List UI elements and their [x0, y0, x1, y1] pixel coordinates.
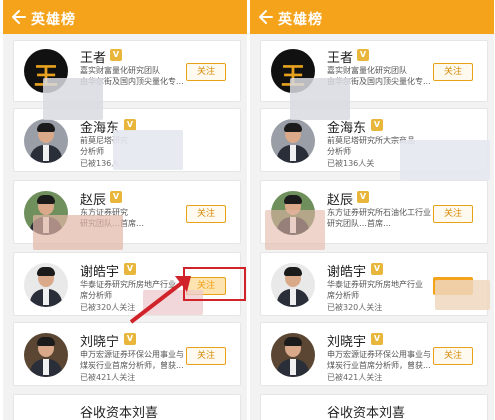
- follow-button[interactable]: 关注: [433, 63, 473, 81]
- expert-desc-line2: 煤炭行业首席分析师，曾获...: [327, 361, 431, 370]
- avatar: [24, 333, 68, 377]
- page-title: 英雄榜: [31, 12, 76, 28]
- follow-button[interactable]: 关注: [433, 347, 473, 365]
- right-screen: 英雄榜 王 王者 V 嘉实财富量化研究团队 由华尔街及国内顶尖量化专... 关注…: [250, 0, 494, 420]
- expert-card[interactable]: 谷收资本刘喜: [260, 394, 488, 420]
- expert-card[interactable]: 刘晓宁 V 申万宏源证券环保公用事业与 煤炭行业首席分析师，曾获... 已被42…: [13, 322, 241, 386]
- expert-desc-line1: 华泰证券研究所房地产行业: [327, 280, 423, 289]
- follower-count: 已被320人关注: [327, 303, 383, 312]
- blur-patch: [43, 78, 103, 120]
- verified-badge: V: [371, 263, 383, 275]
- expert-name: 谢皓宇: [327, 265, 367, 280]
- follow-button[interactable]: 关注: [186, 347, 226, 365]
- expert-desc-line1: 申万宏源证券环保公用事业与: [327, 350, 431, 359]
- follow-button[interactable]: 关注: [186, 63, 226, 81]
- expert-desc-line2: 席分析师: [327, 291, 359, 300]
- expert-name: 谷收资本刘喜: [80, 406, 159, 420]
- blur-patch: [33, 215, 123, 250]
- avatar: [24, 263, 68, 307]
- blur-patch: [435, 280, 490, 310]
- avatar: [271, 333, 315, 377]
- expert-desc-line1: 申万宏源证券环保公用事业与: [80, 350, 184, 359]
- expert-card[interactable]: 刘晓宇 V 申万宏源证券环保公用事业与 煤炭行业首席分析师，曾获... 已被42…: [260, 322, 488, 386]
- blur-patch: [400, 140, 490, 180]
- follower-count: 已被421人关注: [327, 373, 383, 382]
- expert-desc-line1: 东方证券研究所石油化工行业: [327, 208, 431, 217]
- follow-button[interactable]: 关注: [186, 205, 226, 223]
- follower-count: 已被136人关: [327, 159, 375, 168]
- expert-name: 王者: [80, 51, 107, 66]
- verified-badge: V: [357, 49, 369, 61]
- arrow-left-icon[interactable]: [11, 8, 27, 26]
- left-screen: 英雄榜 王 王者 V 嘉实财富量化研究团队 由华尔街及国内顶尖量化专... 关注…: [3, 0, 247, 420]
- top-bar: 英雄榜: [250, 0, 494, 34]
- blur-patch: [265, 210, 325, 250]
- highlight-box: [183, 267, 246, 301]
- avatar: [271, 263, 315, 307]
- expert-name: 刘晓宇: [327, 335, 367, 350]
- expert-name: 赵辰: [327, 193, 354, 208]
- page-title: 英雄榜: [278, 12, 323, 28]
- top-bar: 英雄榜: [3, 0, 247, 34]
- follower-count: 已被421人关注: [80, 373, 136, 382]
- expert-desc-line2: 煤炭行业首席分析师，曾获...: [80, 361, 184, 370]
- verified-badge: V: [124, 333, 136, 345]
- verified-badge: V: [110, 49, 122, 61]
- blur-patch: [290, 78, 350, 120]
- expert-desc-line1: 嘉实财富量化研究团队: [327, 66, 407, 75]
- verified-badge: V: [371, 119, 383, 131]
- verified-badge: V: [110, 191, 122, 203]
- expert-name: 王者: [327, 51, 354, 66]
- expert-desc-line1: 嘉实财富量化研究团队: [80, 66, 160, 75]
- verified-badge: V: [357, 191, 369, 203]
- expert-name: 谷收资本刘喜: [327, 406, 406, 420]
- avatar: [24, 119, 68, 163]
- verified-badge: V: [371, 333, 383, 345]
- expert-desc-line2: 研究团队…首席…: [327, 219, 391, 228]
- expert-name: 赵辰: [80, 193, 107, 208]
- blur-patch: [113, 130, 183, 170]
- expert-name: 刘晓宁: [80, 335, 120, 350]
- avatar: [271, 119, 315, 163]
- expert-name: 谢皓宇: [80, 265, 120, 280]
- arrow-left-icon[interactable]: [258, 8, 274, 26]
- follow-button[interactable]: 关注: [433, 205, 473, 223]
- expert-card[interactable]: 谷收资本刘喜: [13, 394, 241, 420]
